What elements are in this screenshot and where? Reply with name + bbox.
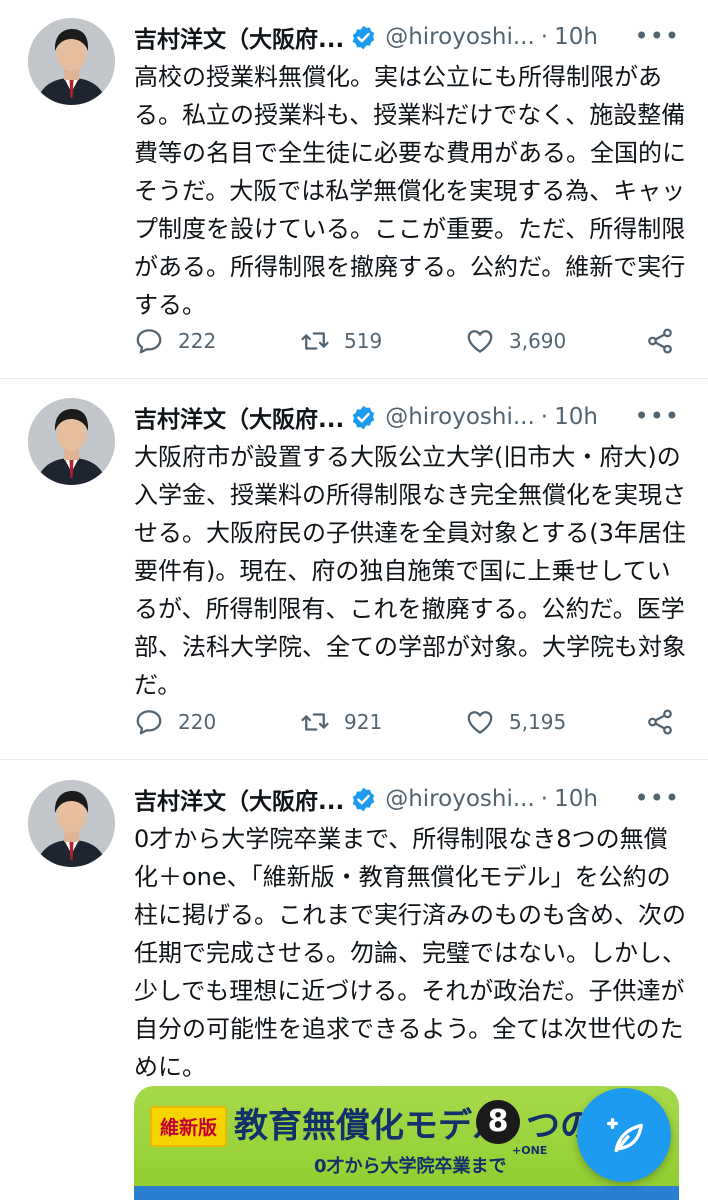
card-title: 教育無償化モデル [234,1106,506,1146]
more-options-icon[interactable]: ••• [635,784,680,812]
tweet-text: 0才から大学院卒業まで、所得制限なき8つの無償化＋one、「維新版・教育無償化モ… [134,825,686,1081]
like-icon [467,330,493,353]
retweet-count: 519 [344,329,383,353]
verified-badge-icon [353,25,375,49]
like-count: 5,195 [509,710,567,734]
reply-count: 220 [178,710,217,734]
author-name[interactable]: 吉村洋文（大阪府... [134,782,344,816]
tweet-text: 高校の授業料無償化。実は公立にも所得制限がある。私立の授業料も、授業料だけでなく… [134,63,686,319]
retweet-icon [301,713,329,731]
separator-dot: · [540,24,549,50]
tweet-1[interactable]: 吉村洋文（大阪府... @hiroyoshi... · 10h ••• 高校の授… [0,0,708,379]
share-icon [648,328,672,354]
verified-badge-icon [353,405,375,429]
timestamp[interactable]: 10h [554,786,598,812]
card-badge: 維新版 [150,1106,228,1147]
retweet-icon [301,332,329,350]
author-handle[interactable]: @hiroyoshi... [385,786,535,812]
like-icon [467,711,493,734]
author-name[interactable]: 吉村洋文（大阪府... [134,400,344,434]
tweet-actions: 220 921 5,195 [134,702,679,742]
tweet-actions: 222 519 3,690 [134,321,679,361]
card-subtitle: 0才から大学院卒業まで [314,1156,507,1177]
timestamp[interactable]: 10h [554,404,598,430]
more-options-icon[interactable]: ••• [635,402,680,430]
avatar[interactable] [28,398,115,485]
compose-tweet-button[interactable] [577,1088,671,1182]
retweet-button[interactable]: 921 [300,702,382,742]
verified-badge-icon [353,787,375,811]
card-bottom-strip [134,1186,679,1200]
like-button[interactable]: 3,690 [465,321,566,361]
like-count: 3,690 [509,329,567,353]
author-name[interactable]: 吉村洋文（大阪府... [134,20,344,54]
reply-count: 222 [178,329,217,353]
like-button[interactable]: 5,195 [465,702,566,742]
tweet-2[interactable]: 吉村洋文（大阪府... @hiroyoshi... · 10h ••• 大阪府市… [0,380,708,760]
share-icon [648,709,672,735]
reply-icon [136,710,162,735]
share-button[interactable] [645,702,689,742]
author-handle[interactable]: @hiroyoshi... [385,24,535,50]
retweet-count: 921 [344,710,383,734]
reply-button[interactable]: 222 [134,321,216,361]
reply-icon [136,329,162,354]
reply-button[interactable]: 220 [134,702,216,742]
retweet-button[interactable]: 519 [300,321,382,361]
separator-dot: · [540,786,549,812]
avatar[interactable] [28,18,115,105]
share-button[interactable] [645,321,689,361]
compose-tweet-icon [606,1117,643,1153]
author-handle[interactable]: @hiroyoshi... [385,404,535,430]
more-options-icon[interactable]: ••• [635,22,680,50]
card-number: 8 [476,1100,520,1144]
separator-dot: · [540,404,549,430]
tweet-text: 大阪府市が設置する大阪公立大学(旧市大・府大)の入学金、授業料の所得制限なき完全… [134,443,686,699]
timestamp[interactable]: 10h [554,24,598,50]
avatar[interactable] [28,780,115,867]
